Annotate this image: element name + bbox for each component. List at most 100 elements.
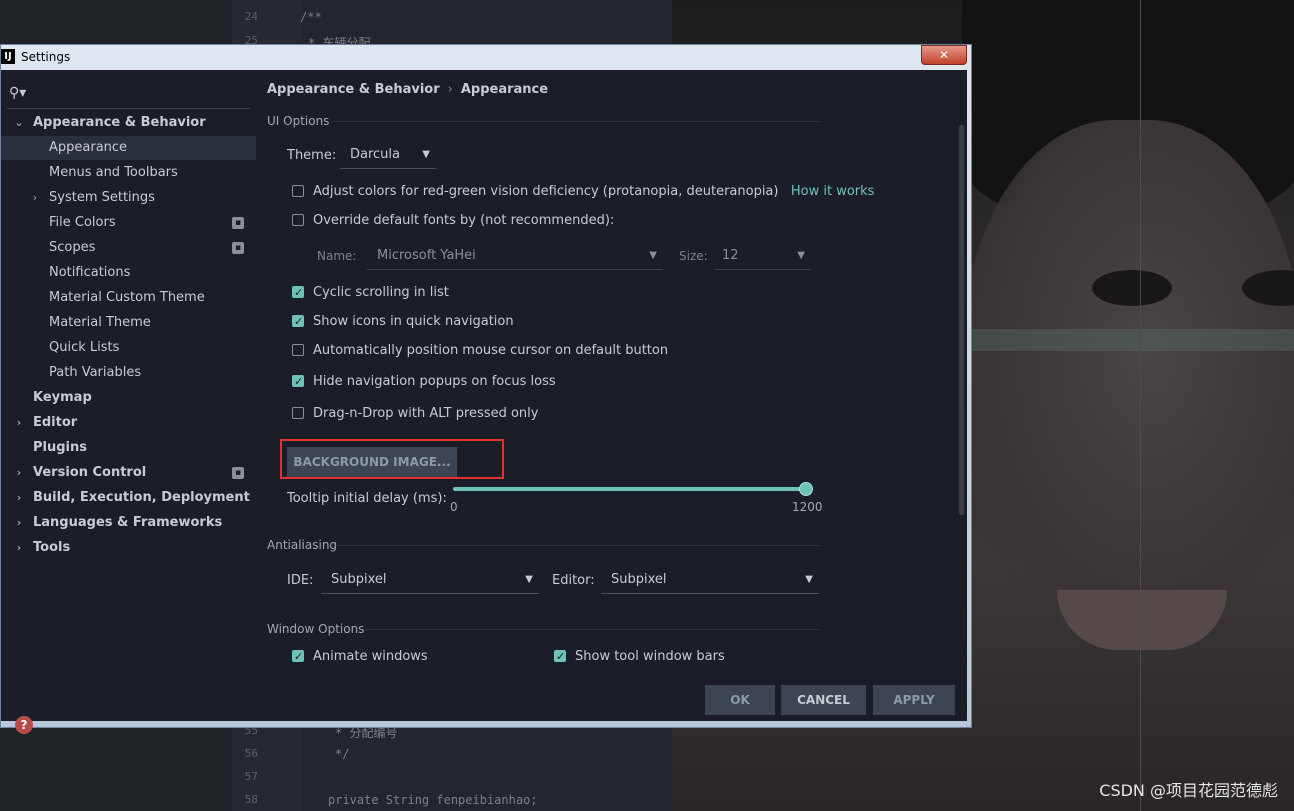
checkbox-box xyxy=(292,647,304,667)
checkbox-box xyxy=(292,185,304,197)
cancel-button[interactable]: CANCEL xyxy=(781,685,866,715)
chevron-down-icon: ▼ xyxy=(797,250,805,261)
sidebar-item-keymap[interactable]: Keymap xyxy=(1,386,256,410)
theme-label: Theme: xyxy=(287,148,337,163)
font-name-value: Microsoft YaHei xyxy=(377,248,476,263)
sidebar-item-system-settings[interactable]: › System Settings xyxy=(1,186,256,210)
tooltip-delay-slider-handle[interactable] xyxy=(799,482,813,496)
ide-aa-label: IDE: xyxy=(287,573,314,588)
editor-aa-select[interactable]: Subpixel ▼ xyxy=(601,567,819,594)
chevron-right-icon[interactable]: › xyxy=(13,461,25,485)
show-tool-window-bars-label: Show tool window bars xyxy=(575,649,725,664)
sidebar-item-tools[interactable]: › Tools xyxy=(1,536,256,560)
adjust-colors-label: Adjust colors for red-green vision defic… xyxy=(313,184,779,199)
title-bar[interactable]: IJ Settings ✕ xyxy=(1,45,971,70)
close-icon: ✕ xyxy=(938,48,950,62)
sidebar-item-plugins[interactable]: Plugins xyxy=(1,436,256,460)
editor-right-margin xyxy=(1140,0,1141,811)
chevron-down-icon: ▼ xyxy=(422,149,430,160)
chevron-down-icon[interactable]: ⌄ xyxy=(13,111,25,135)
editor-aa-label: Editor: xyxy=(552,573,595,588)
font-name-label: Name: xyxy=(317,249,357,263)
slider-min-label: 0 xyxy=(450,500,458,514)
font-size-value: 12 xyxy=(722,248,739,263)
override-fonts-label: Override default fonts by (not recommend… xyxy=(313,213,615,228)
checkbox-box xyxy=(292,312,304,332)
close-button[interactable]: ✕ xyxy=(921,45,967,65)
ok-button[interactable]: OK xyxy=(705,685,775,715)
checkbox-box xyxy=(292,214,304,226)
search-input[interactable]: ⚲▾ xyxy=(7,82,250,109)
theme-value: Darcula xyxy=(350,147,401,162)
settings-window: IJ Settings ✕ ⚲▾ ⌄ Appearance & Behavior A… xyxy=(0,44,972,734)
sidebar-item-label: Build, Execution, Deployment xyxy=(33,490,250,505)
font-size-select[interactable]: 12 ▼ xyxy=(715,243,811,270)
sidebar-item-menus-and-toolbars[interactable]: Menus and Toolbars xyxy=(1,161,256,185)
chevron-right-icon[interactable]: › xyxy=(13,411,25,435)
divider xyxy=(363,629,819,630)
sidebar-item-path-variables[interactable]: Path Variables xyxy=(1,361,256,385)
gutter-line-number: 58 xyxy=(244,793,258,806)
how-it-works-link[interactable]: How it works xyxy=(791,184,875,199)
tooltip-delay-slider-track[interactable] xyxy=(453,487,807,491)
sidebar-item-label: Notifications xyxy=(49,265,131,280)
code-line: /** xyxy=(300,10,322,24)
checkbox-box xyxy=(292,283,304,303)
divider xyxy=(337,545,819,546)
sidebar-item-file-colors[interactable]: File Colors ▪ xyxy=(1,211,256,235)
settings-client: ⚲▾ ⌄ Appearance & Behavior Appearance Menus… xyxy=(1,70,967,734)
sidebar-item-notifications[interactable]: Notifications xyxy=(1,261,256,285)
sidebar-item-label: Quick Lists xyxy=(49,340,120,355)
sidebar-item-appearance-behavior[interactable]: ⌄ Appearance & Behavior xyxy=(1,111,256,135)
auto-position-label: Automatically position mouse cursor on d… xyxy=(313,343,669,358)
theme-select[interactable]: Darcula ▼ xyxy=(340,142,436,169)
sidebar-item-label: Plugins xyxy=(33,440,87,455)
sidebar-item-version-control[interactable]: › Version Control ▪ xyxy=(1,461,256,485)
cyclic-scrolling-label: Cyclic scrolling in list xyxy=(313,285,449,300)
scrollbar[interactable] xyxy=(959,125,964,515)
help-icon[interactable]: ? xyxy=(15,716,33,734)
project-settings-icon: ▪ xyxy=(232,467,244,479)
gutter-line-number: 24 xyxy=(244,10,258,23)
drag-drop-label: Drag-n-Drop with ALT pressed only xyxy=(313,406,539,421)
sidebar-item-label: Keymap xyxy=(33,390,92,405)
chevron-right-icon[interactable]: › xyxy=(13,486,25,510)
slider-max-label: 1200 xyxy=(792,500,823,514)
sidebar-item-label: Version Control xyxy=(33,465,147,480)
font-size-label: Size: xyxy=(679,249,708,263)
show-icons-label: Show icons in quick navigation xyxy=(313,314,514,329)
sidebar-item-label: System Settings xyxy=(49,190,155,205)
sidebar-item-languages-frameworks[interactable]: › Languages & Frameworks xyxy=(1,511,256,535)
editor-aa-value: Subpixel xyxy=(611,572,667,587)
chevron-right-icon[interactable]: › xyxy=(13,536,25,560)
sidebar-item-editor[interactable]: › Editor xyxy=(1,411,256,435)
watermark: CSDN @项目花园范德彪 xyxy=(1099,781,1278,800)
sidebar-item-label: Editor xyxy=(33,415,78,430)
sidebar-item-quick-lists[interactable]: Quick Lists xyxy=(1,336,256,360)
breadcrumb: Appearance & Behavior › Appearance xyxy=(267,82,548,97)
ide-aa-value: Subpixel xyxy=(331,572,387,587)
sidebar-item-scopes[interactable]: Scopes ▪ xyxy=(1,236,256,260)
ide-aa-select[interactable]: Subpixel ▼ xyxy=(321,567,539,594)
sidebar-item-material-theme[interactable]: Material Theme xyxy=(1,311,256,335)
sidebar-item-build-execution-deployment[interactable]: › Build, Execution, Deployment xyxy=(1,486,256,510)
sidebar-item-label: File Colors xyxy=(49,215,116,230)
section-ui-options: UI Options xyxy=(267,114,330,128)
sidebar-item-label: Scopes xyxy=(49,240,96,255)
checkbox-box xyxy=(554,647,566,667)
sidebar-item-label: Material Custom Theme xyxy=(49,290,205,305)
sidebar-item-appearance[interactable]: Appearance xyxy=(1,136,256,160)
font-name-select[interactable]: Microsoft YaHei ▼ xyxy=(367,243,663,270)
gutter-line-number: 56 xyxy=(244,747,258,760)
project-settings-icon: ▪ xyxy=(232,217,244,229)
animate-windows-label: Animate windows xyxy=(313,649,428,664)
chevron-right-icon[interactable]: › xyxy=(29,186,41,210)
sidebar-item-material-custom-theme[interactable]: Material Custom Theme xyxy=(1,286,256,310)
chevron-right-icon[interactable]: › xyxy=(13,511,25,535)
apply-button[interactable]: APPLY xyxy=(873,685,955,715)
sidebar-item-label: Menus and Toolbars xyxy=(49,165,178,180)
breadcrumb-parent[interactable]: Appearance & Behavior xyxy=(267,82,440,97)
code-line: private String fenpeibianhao; xyxy=(328,793,538,807)
checkbox-box xyxy=(292,407,304,419)
window-title: Settings xyxy=(21,50,71,64)
